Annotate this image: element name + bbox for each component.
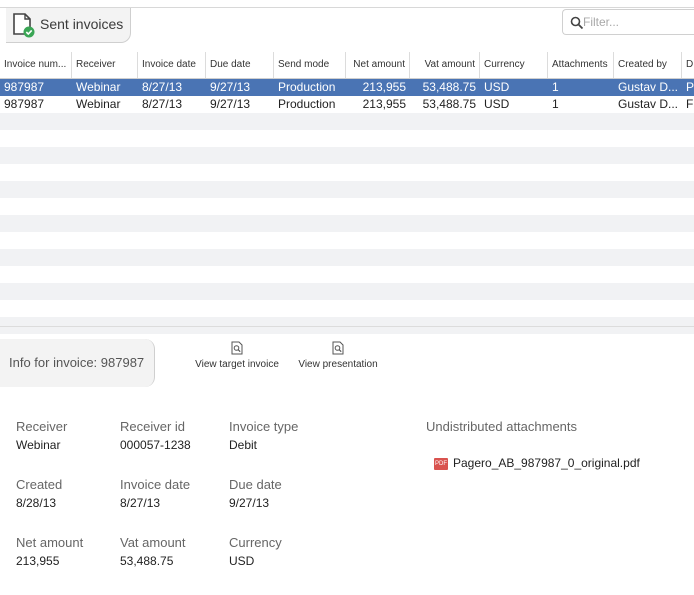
col-invoice-date[interactable]: Invoice date [138, 52, 206, 78]
table-row-selected[interactable]: 987987 Webinar 8/27/13 9/27/13 Productio… [0, 79, 694, 96]
view-target-invoice-button[interactable]: View target invoice [194, 341, 280, 370]
receiver-value: Webinar [16, 438, 61, 452]
attachment-link[interactable]: PDF Pagero_AB_987987_0_original.pdf [434, 456, 640, 470]
col-d[interactable]: D [682, 52, 694, 78]
view-presentation-button[interactable]: View presentation [298, 341, 378, 370]
view-target-invoice-label: View target invoice [195, 359, 279, 370]
receiver-field: Receiver Webinar [16, 419, 67, 452]
cell-receiver: Webinar [76, 80, 121, 94]
info-tab-label: Info for invoice: 987987 [9, 355, 145, 370]
cell-send-mode: Production [278, 80, 336, 94]
cell-due-date: 9/27/13 [210, 80, 251, 94]
cell-net-amount: 213,955 [362, 80, 406, 94]
info-tab[interactable]: Info for invoice: 987987 [0, 339, 155, 387]
invoice-date-value: 8/27/13 [120, 496, 161, 510]
cell-invoice-date: 8/27/13 [142, 97, 183, 111]
cell-currency: USD [484, 80, 510, 94]
cell-invoice-number: 987987 [4, 80, 45, 94]
attachment-filename: Pagero_AB_987987_0_original.pdf [453, 456, 640, 470]
empty-row-stripe [0, 215, 694, 232]
vat-amount-label: Vat amount [120, 535, 186, 550]
cell-created-by: Gustav D... [618, 97, 679, 111]
filter-input[interactable] [583, 13, 683, 31]
grid-header: Invoice num... Receiver Invoice date Due… [0, 52, 694, 79]
invoice-date-label: Invoice date [120, 477, 191, 492]
created-label: Created [16, 477, 63, 492]
col-send-mode[interactable]: Send mode [274, 52, 346, 78]
invoice-date-field: Invoice date 8/27/13 [120, 477, 190, 510]
invoice-type-field: Invoice type Debit [229, 419, 298, 452]
currency-field: Currency USD [229, 535, 282, 568]
pdf-file-icon: PDF [434, 457, 448, 470]
net-amount-label: Net amount [16, 535, 84, 550]
sent-invoices-tab[interactable]: Sent invoices [6, 8, 131, 43]
cell-vat-amount: 53,488.75 [422, 80, 476, 94]
col-currency[interactable]: Currency [480, 52, 548, 78]
tab-title: Sent invoices [40, 16, 124, 32]
net-amount-field: Net amount 213,955 [16, 535, 83, 568]
cell-currency: USD [484, 97, 510, 111]
filter-search-box[interactable] [562, 9, 694, 35]
empty-row-stripe [0, 249, 694, 266]
invoice-info-bar: Info for invoice: 987987 View target inv… [0, 326, 694, 399]
cell-receiver: Webinar [76, 97, 121, 111]
undistributed-attachments-title: Undistributed attachments [426, 419, 578, 434]
document-search-icon [231, 341, 243, 355]
col-receiver[interactable]: Receiver [72, 52, 138, 78]
receiver-id-label: Receiver id [120, 419, 186, 434]
empty-row-stripe [0, 283, 694, 300]
vat-amount-value: 53,488.75 [120, 554, 174, 568]
created-value: 8/28/13 [16, 496, 57, 510]
view-presentation-label: View presentation [298, 359, 378, 370]
cell-attachments: 1 [552, 97, 559, 111]
created-field: Created 8/28/13 [16, 477, 62, 510]
col-net-amount[interactable]: Net amount [346, 52, 410, 78]
invoice-grid: Invoice num... Receiver Invoice date Due… [0, 46, 694, 334]
table-row[interactable]: 987987 Webinar 8/27/13 9/27/13 Productio… [0, 96, 694, 113]
cell-send-mode: Production [278, 97, 336, 111]
receiver-id-value: 000057-1238 [120, 438, 191, 452]
col-vat-amount[interactable]: Vat amount [410, 52, 480, 78]
net-amount-value: 213,955 [16, 554, 60, 568]
cell-created-by: Gustav D... [618, 80, 679, 94]
cell-invoice-number: 987987 [4, 97, 45, 111]
cell-due-date: 9/27/13 [210, 97, 251, 111]
document-search-icon [332, 341, 344, 355]
cell-vat-amount: 53,488.75 [422, 97, 476, 111]
currency-value: USD [229, 554, 255, 568]
due-date-field: Due date 9/27/13 [229, 477, 282, 510]
invoice-type-value: Debit [229, 438, 258, 452]
cell-d: F [686, 97, 694, 111]
vat-amount-field: Vat amount 53,488.75 [120, 535, 186, 568]
cell-attachments: 1 [552, 80, 559, 94]
search-icon [570, 16, 584, 30]
currency-label: Currency [229, 535, 282, 550]
empty-row-stripe [0, 181, 694, 198]
sent-document-icon [13, 13, 35, 38]
due-date-value: 9/27/13 [229, 496, 270, 510]
empty-row-stripe [0, 147, 694, 164]
receiver-label: Receiver [16, 419, 68, 434]
due-date-label: Due date [229, 477, 282, 492]
cell-d: P [686, 80, 694, 94]
col-attachments[interactable]: Attachments [548, 52, 614, 78]
receiver-id-field: Receiver id 000057-1238 [120, 419, 191, 452]
col-due-date[interactable]: Due date [206, 52, 274, 78]
invoice-type-label: Invoice type [229, 419, 299, 434]
cell-invoice-date: 8/27/13 [142, 80, 183, 94]
cell-net-amount: 213,955 [362, 97, 406, 111]
col-invoice-number[interactable]: Invoice num... [0, 52, 72, 78]
col-created-by[interactable]: Created by [614, 52, 682, 78]
empty-row-stripe [0, 113, 694, 130]
